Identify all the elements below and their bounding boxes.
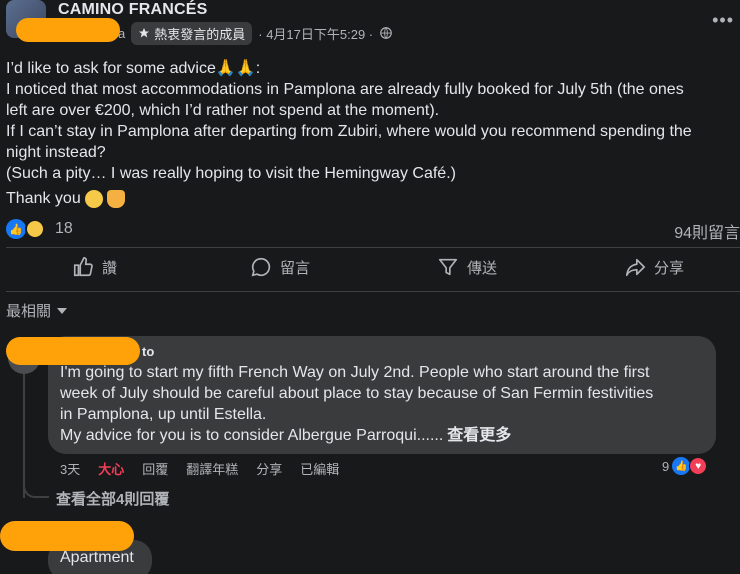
post-line: I’d like to ask for some advice🙏🙏: xyxy=(6,60,261,77)
send-icon xyxy=(438,258,458,276)
grin-emoji-icon xyxy=(84,190,103,208)
post-text: I’d like to ask for some advice🙏🙏: I not… xyxy=(6,58,740,184)
praying-hands-icon xyxy=(106,190,125,208)
badge-label: 熱衷發言的成員 xyxy=(154,26,246,42)
comment-label: 留言 xyxy=(280,259,311,277)
like-label: 讚 xyxy=(102,259,118,277)
comment-meta: 3天 大心 回覆 翻譯年糕 分享 已編輯 xyxy=(60,459,339,478)
post-page: CAMINO FRANCÉS a 熱衷發言的成員 · 4月17日下午5:29 ·… xyxy=(0,0,740,574)
comment-button[interactable]: 留言 xyxy=(250,256,310,278)
comment-sort-dropdown[interactable]: 最相關 xyxy=(6,300,68,321)
comment-line: My advice for you is to consider Albergu… xyxy=(60,425,710,446)
commenter-name-suffix[interactable]: to xyxy=(142,344,154,359)
star-icon xyxy=(139,28,150,38)
comment-icon xyxy=(251,257,271,277)
translate-button[interactable]: 翻譯年糕 xyxy=(186,459,238,478)
send-label: 傳送 xyxy=(467,259,498,277)
post-timestamp[interactable]: · 4月17日下午5:29 · xyxy=(258,24,373,43)
divider xyxy=(6,247,740,248)
post-line: (Such a pity… I was really hoping to vis… xyxy=(6,165,456,182)
love-reaction-icon: ♥ xyxy=(689,457,708,475)
thread-connector xyxy=(23,474,49,498)
send-button[interactable]: 傳送 xyxy=(437,256,497,278)
see-more-link[interactable]: 查看更多 xyxy=(447,427,511,444)
share-icon xyxy=(625,258,645,277)
reaction-summary[interactable]: 👍 18 xyxy=(6,219,73,239)
author-name-redaction xyxy=(16,18,120,42)
reaction-count: 18 xyxy=(55,220,73,237)
caret-down-icon xyxy=(57,307,68,314)
share-button[interactable]: 分享 xyxy=(624,256,684,278)
post-line: If I can’t stay in Pamplona after depart… xyxy=(6,123,692,140)
comment-count[interactable]: 94則留言 xyxy=(674,219,740,243)
more-options-icon[interactable]: ••• xyxy=(712,10,734,31)
post-line: night instead? xyxy=(6,144,106,161)
haha-reaction-icon xyxy=(25,219,45,239)
group-name[interactable]: CAMINO FRANCÉS xyxy=(58,1,207,19)
comment-share-button[interactable]: 分享 xyxy=(256,459,282,478)
post-thanks: Thank you xyxy=(6,190,125,208)
comment-text: I'm going to start my fifth French Way o… xyxy=(60,362,710,446)
like-button[interactable]: 讚 xyxy=(72,256,117,278)
comment-text: Apartment xyxy=(60,549,134,566)
like-reaction-icon: 👍 xyxy=(672,457,691,475)
comment-time[interactable]: 3天 xyxy=(60,459,80,478)
edited-label: 已編輯 xyxy=(300,462,340,477)
comment-line: week of July should be careful about pla… xyxy=(60,385,654,402)
comment-reactions[interactable]: 9 👍 ♥ xyxy=(662,457,708,475)
love-reaction-button[interactable]: 大心 xyxy=(98,459,124,478)
globe-icon xyxy=(380,27,392,39)
thumbs-up-icon xyxy=(73,257,93,277)
view-replies-link[interactable]: 查看全部4則回覆 xyxy=(56,488,169,509)
thanks-text: Thank you xyxy=(6,190,81,207)
divider xyxy=(6,291,740,292)
commenter-name-redaction xyxy=(6,337,140,365)
comment-line: in Pamplona, up until Estella. xyxy=(60,406,267,423)
commenter-name-redaction xyxy=(0,521,134,551)
sort-label: 最相關 xyxy=(6,303,52,320)
post-meta: a 熱衷發言的成員 · 4月17日下午5:29 · xyxy=(118,21,393,45)
comment-line-text: My advice for you is to consider Albergu… xyxy=(60,427,444,444)
like-reaction-icon: 👍 xyxy=(6,219,26,239)
post-line: I noticed that most accommodations in Pa… xyxy=(6,81,684,98)
comment-line: I'm going to start my fifth French Way o… xyxy=(60,364,650,381)
member-badge[interactable]: 熱衷發言的成員 xyxy=(131,21,253,45)
post-line: left are over €200, which I’d rather not… xyxy=(6,102,440,119)
reply-button[interactable]: 回覆 xyxy=(142,459,168,478)
comment-reaction-count: 9 xyxy=(662,458,670,474)
share-label: 分享 xyxy=(654,259,685,277)
post-actions: 讚 留言 傳送 分享 xyxy=(0,256,740,286)
